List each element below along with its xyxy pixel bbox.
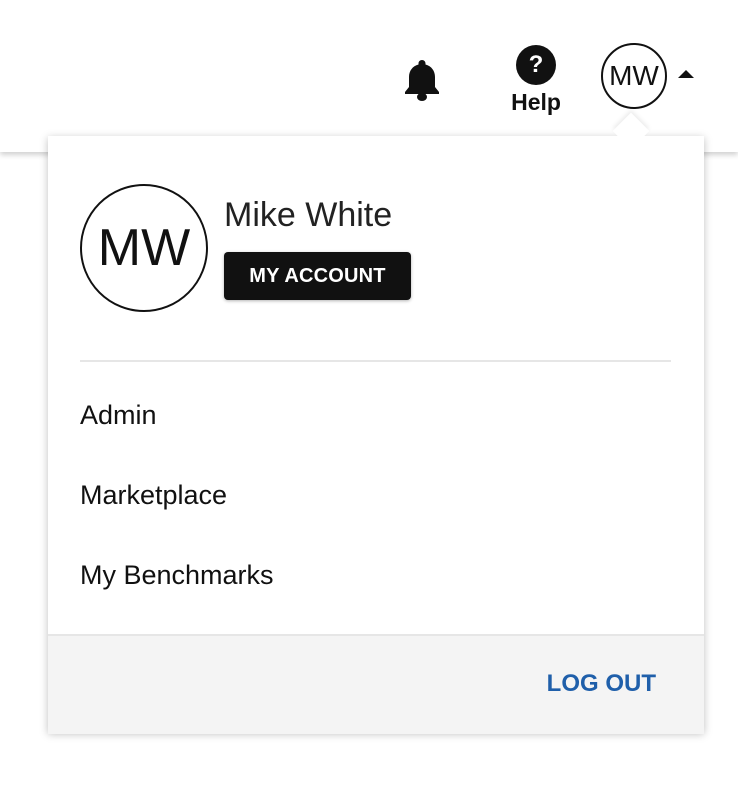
menu-item-marketplace[interactable]: Marketplace [80, 480, 227, 511]
user-name: Mike White [224, 196, 393, 234]
help-label: Help [511, 89, 561, 115]
help-button[interactable]: ? Help [506, 45, 566, 117]
menu-item-admin[interactable]: Admin [80, 400, 157, 431]
menu-item-my-benchmarks[interactable]: My Benchmarks [80, 560, 274, 591]
user-menu-footer: LOG OUT [48, 634, 704, 734]
bell-icon[interactable] [402, 58, 442, 102]
dropdown-pointer-cover [604, 136, 660, 156]
logout-link[interactable]: LOG OUT [547, 670, 656, 698]
question-circle-icon: ? [516, 45, 556, 85]
user-avatar-button[interactable]: MW [601, 43, 667, 109]
user-avatar: MW [80, 184, 208, 312]
my-account-button[interactable]: MY ACCOUNT [224, 252, 411, 300]
divider [80, 360, 671, 362]
caret-up-icon[interactable] [678, 70, 694, 78]
user-menu-dropdown: MW Mike White MY ACCOUNT Admin Marketpla… [48, 136, 704, 734]
